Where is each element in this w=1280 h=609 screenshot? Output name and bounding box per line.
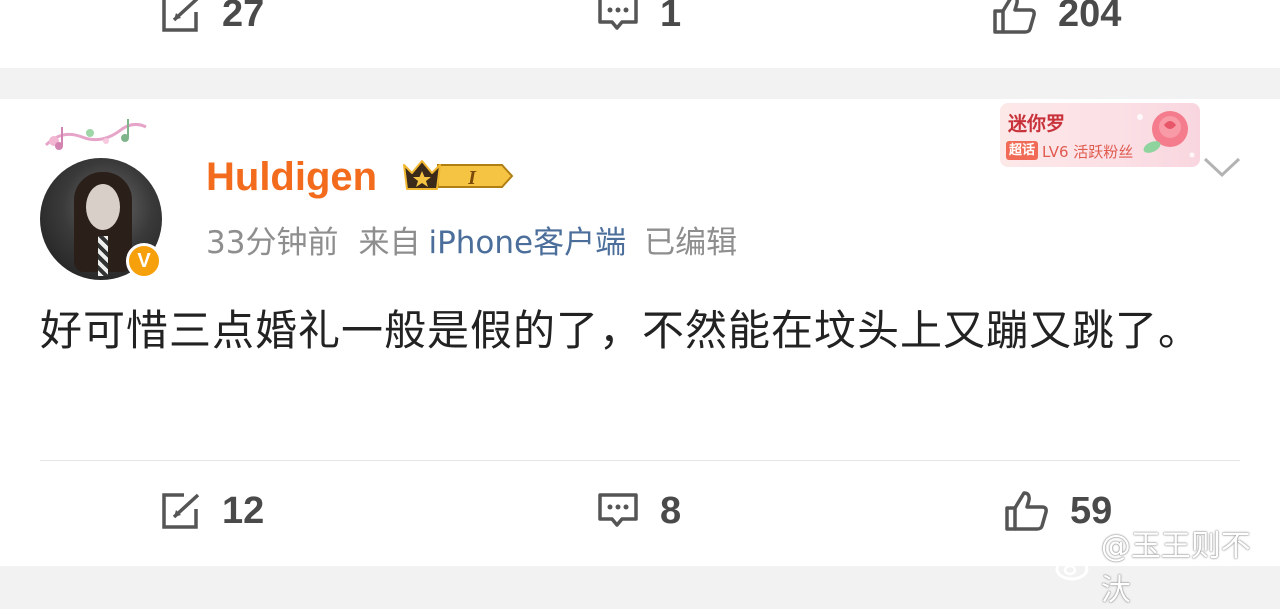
post-time: 33分钟前 [206, 225, 339, 261]
crown-icon[interactable]: I [402, 157, 514, 195]
watermark: @玉王则不汏 [1055, 521, 1280, 609]
post-text: 好可惜三点婚礼一般是假的了，不然能在坟头上又蹦又跳了。 [40, 306, 1202, 355]
post-card: V Huldigen I 33分钟前 来自 iPhone客户端 已编辑 迷你罗 超话 … [0, 99, 1280, 566]
repost-button[interactable]: 12 [160, 481, 264, 541]
from-label: 来自 [358, 225, 421, 261]
source-link[interactable]: iPhone客户端 [428, 225, 626, 261]
repost-count: 12 [222, 489, 265, 532]
previous-repost-count: 27 [222, 0, 265, 35]
previous-post-action-bar: 27 1 204 [0, 0, 1280, 44]
post-meta: 33分钟前 来自 iPhone客户端 已编辑 [206, 217, 737, 262]
comment-icon [598, 0, 638, 30]
edited-label[interactable]: 已编辑 [644, 225, 737, 261]
username[interactable]: Huldigen [206, 155, 377, 200]
like-icon [993, 0, 1036, 34]
watermark-text: @玉王则不汏 [1100, 529, 1251, 608]
like-icon [1005, 491, 1048, 531]
avatar-block[interactable]: V [40, 115, 170, 285]
previous-comment-button[interactable]: 1 [596, 0, 681, 44]
fan-badge-name: 迷你罗 [1008, 113, 1066, 135]
fan-badge-level: LV6 活跃粉丝 [1042, 143, 1134, 161]
comment-icon [598, 493, 638, 527]
repost-icon [162, 0, 199, 32]
previous-repost-button[interactable]: 27 [160, 0, 264, 44]
rose-icon [1137, 111, 1195, 158]
comment-button[interactable]: 8 [596, 481, 681, 541]
previous-comment-count: 1 [660, 0, 682, 35]
previous-like-count: 204 [1058, 0, 1122, 35]
fan-badge[interactable]: 迷你罗 超话 LV6 活跃粉丝 [1000, 103, 1200, 167]
comment-count: 8 [660, 489, 682, 532]
fan-badge-tag: 超话 [1006, 141, 1038, 160]
repost-icon [162, 493, 200, 529]
member-level: I [467, 167, 477, 189]
previous-post-card: 27 1 204 [0, 0, 1280, 68]
previous-like-button[interactable]: 204 [992, 0, 1121, 44]
chevron-down-icon[interactable] [1202, 155, 1242, 179]
weibo-logo-icon [1055, 553, 1093, 581]
divider [40, 460, 1240, 461]
verified-badge: V [126, 243, 162, 279]
